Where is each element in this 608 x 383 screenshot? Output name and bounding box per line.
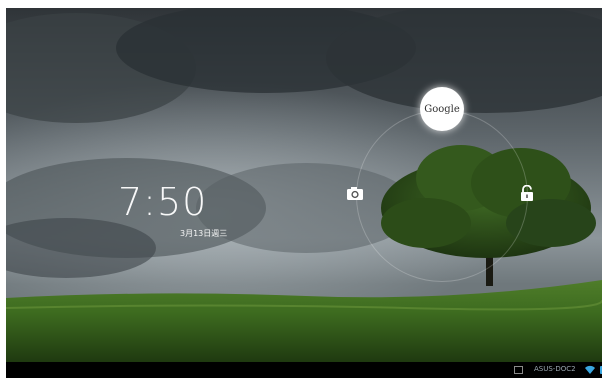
network-name: ASUS-DOC2 xyxy=(534,365,576,373)
camera-icon[interactable] xyxy=(346,185,364,201)
lockscreen-clock: 7:50 3月13日週三 xyxy=(118,180,238,238)
clock-date: 3月13日週三 xyxy=(180,229,228,238)
wifi-icon xyxy=(585,365,595,374)
lock-screen: 7:50 3月13日週三 Google ASUS-DOC2 xyxy=(6,8,602,378)
unlock-icon[interactable] xyxy=(520,185,534,202)
gallery-notification-icon[interactable] xyxy=(514,366,523,374)
google-search-target[interactable]: Google xyxy=(420,87,464,131)
status-bar: ASUS-DOC2 xyxy=(6,362,602,378)
unlock-ring[interactable] xyxy=(356,110,528,282)
battery-icon xyxy=(600,366,602,374)
clock-time: 7:50 xyxy=(118,180,208,224)
device-frame: 7:50 3月13日週三 Google ASUS-DOC2 xyxy=(0,0,608,383)
google-label: Google xyxy=(424,103,460,115)
